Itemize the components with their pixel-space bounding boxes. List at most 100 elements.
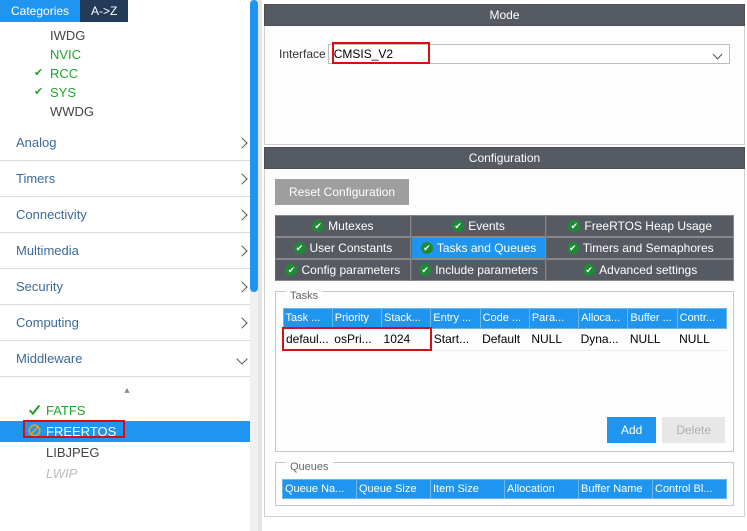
config-tabs: ✔Mutexes ✔Events ✔ FreeRTOS Heap Usage ✔ U…	[275, 215, 734, 281]
col-task-name[interactable]: Task ...	[283, 309, 332, 329]
col-param[interactable]: Para...	[529, 309, 578, 329]
col-entry[interactable]: Entry ...	[431, 309, 480, 329]
chevron-down-icon	[713, 49, 723, 59]
queues-fieldset: Queues Queue Na... Queue Size Item Size …	[275, 462, 734, 506]
tab-heap-usage[interactable]: ✔ FreeRTOS Heap Usage	[546, 215, 734, 237]
middleware-list: ▴ FATFS FREERTOS LIBJPEG LWIP	[0, 377, 254, 484]
mw-item-lwip[interactable]: LWIP	[0, 463, 254, 484]
ctab-label: Config parameters	[301, 263, 400, 277]
mode-body: Interface CMSIS_V2	[264, 26, 745, 145]
tree-item-iwdg[interactable]: IWDG	[16, 26, 254, 45]
delete-task-button[interactable]: Delete	[662, 417, 725, 443]
col-buffer-name[interactable]: Buffer Name	[579, 480, 653, 499]
tab-events[interactable]: ✔Events	[411, 215, 547, 237]
col-buffer[interactable]: Buffer ...	[628, 309, 677, 329]
tab-timers-semaphores[interactable]: ✔ Timers and Semaphores	[546, 237, 734, 259]
ok-icon: ✔	[567, 242, 579, 254]
cell-stack: 1024	[382, 328, 431, 350]
tab-mutexes[interactable]: ✔Mutexes	[275, 215, 411, 237]
tree-item-nvic[interactable]: NVIC	[16, 45, 254, 64]
ok-icon: ✔	[421, 242, 433, 254]
ctab-label: FreeRTOS Heap Usage	[584, 219, 712, 233]
interface-select[interactable]: CMSIS_V2	[328, 44, 730, 64]
chevron-right-icon	[236, 281, 247, 292]
queues-legend: Queues	[286, 461, 333, 473]
col-priority[interactable]: Priority	[332, 309, 381, 329]
col-code[interactable]: Code ...	[480, 309, 529, 329]
col-queue-size[interactable]: Queue Size	[357, 480, 431, 499]
mw-label: LWIP	[46, 466, 77, 481]
cell-name: defaul...	[283, 328, 332, 350]
section-analog[interactable]: Analog	[0, 125, 254, 161]
warn-circle-icon	[28, 424, 41, 437]
tab-tasks-queues[interactable]: ✔Tasks and Queues	[411, 237, 547, 259]
ok-icon: ✔	[452, 220, 464, 232]
col-stack[interactable]: Stack...	[382, 309, 431, 329]
tab-a-to-z[interactable]: A->Z	[80, 0, 128, 22]
section-label: Multimedia	[16, 243, 79, 258]
chevron-down-icon	[236, 353, 247, 364]
tasks-buttons: Add Delete	[282, 411, 727, 445]
check-circle-icon	[28, 403, 41, 416]
tab-config-params[interactable]: ✔ Config parameters	[275, 259, 411, 281]
mw-item-fatfs[interactable]: FATFS	[0, 400, 254, 421]
tree-label: SYS	[50, 85, 76, 100]
tree-item-rcc[interactable]: RCC	[16, 64, 254, 83]
cell-entry: Start...	[431, 328, 480, 350]
col-control-block[interactable]: Control Bl...	[653, 480, 727, 499]
section-timers[interactable]: Timers	[0, 161, 254, 197]
ok-icon: ✔	[583, 264, 595, 276]
tree-label: RCC	[50, 66, 78, 81]
tab-categories[interactable]: Categories	[0, 0, 80, 22]
tree-item-wwdg[interactable]: WWDG	[16, 102, 254, 121]
add-task-button[interactable]: Add	[607, 417, 656, 443]
section-computing[interactable]: Computing	[0, 305, 254, 341]
ok-icon: ✔	[294, 242, 306, 254]
interface-value: CMSIS_V2	[334, 47, 393, 61]
tab-user-constants[interactable]: ✔ User Constants	[275, 237, 411, 259]
ctab-label: Advanced settings	[599, 263, 697, 277]
left-tabs: Categories A->Z	[0, 0, 254, 22]
mode-header: Mode	[264, 4, 745, 26]
cell-priority: osPri...	[332, 328, 381, 350]
tab-advanced-settings[interactable]: ✔ Advanced settings	[546, 259, 734, 281]
mw-item-freertos[interactable]: FREERTOS	[0, 421, 254, 442]
tasks-fieldset: Tasks Task ... Priority Stack... Entry .…	[275, 291, 734, 452]
tab-include-params[interactable]: ✔Include parameters	[411, 259, 547, 281]
chevron-right-icon	[236, 317, 247, 328]
section-middleware[interactable]: Middleware	[0, 341, 254, 377]
section-label: Analog	[16, 135, 56, 150]
mw-label: FREERTOS	[46, 424, 116, 439]
col-allocation[interactable]: Allocation	[505, 480, 579, 499]
section-connectivity[interactable]: Connectivity	[0, 197, 254, 233]
cell-param: NULL	[529, 328, 578, 350]
chevron-right-icon	[236, 209, 247, 220]
ok-icon: ✔	[285, 264, 297, 276]
col-alloc[interactable]: Alloca...	[579, 309, 628, 329]
tasks-header-row: Task ... Priority Stack... Entry ... Cod…	[283, 309, 727, 329]
col-control[interactable]: Contr...	[677, 309, 726, 329]
ok-icon: ✔	[568, 220, 580, 232]
ok-icon: ✔	[312, 220, 324, 232]
ctab-label: User Constants	[310, 241, 393, 255]
section-multimedia[interactable]: Multimedia	[0, 233, 254, 269]
scrollbar-thumb[interactable]	[250, 0, 258, 292]
tree-item-sys[interactable]: SYS	[16, 83, 254, 102]
task-row[interactable]: defaul... osPri... 1024 Start... Default…	[283, 328, 727, 350]
collapse-handle-icon[interactable]: ▴	[0, 383, 254, 400]
tasks-legend: Tasks	[286, 290, 322, 302]
reset-configuration-button[interactable]: Reset Configuration	[275, 179, 409, 205]
ctab-label: Timers and Semaphores	[583, 241, 714, 255]
cell-alloc: Dyna...	[579, 328, 628, 350]
col-item-size[interactable]: Item Size	[431, 480, 505, 499]
chevron-right-icon	[236, 137, 247, 148]
system-core-tree: IWDG NVIC RCC SYS WWDG	[0, 22, 254, 125]
mw-item-libjpeg[interactable]: LIBJPEG	[0, 442, 254, 463]
section-security[interactable]: Security	[0, 269, 254, 305]
section-label: Timers	[16, 171, 55, 186]
cell-code: Default	[480, 328, 529, 350]
queues-header-row: Queue Na... Queue Size Item Size Allocat…	[283, 480, 727, 499]
categories-panel: Categories A->Z IWDG NVIC RCC SYS WWDG A…	[0, 0, 262, 531]
col-queue-name[interactable]: Queue Na...	[283, 480, 357, 499]
cell-buffer: NULL	[628, 328, 677, 350]
